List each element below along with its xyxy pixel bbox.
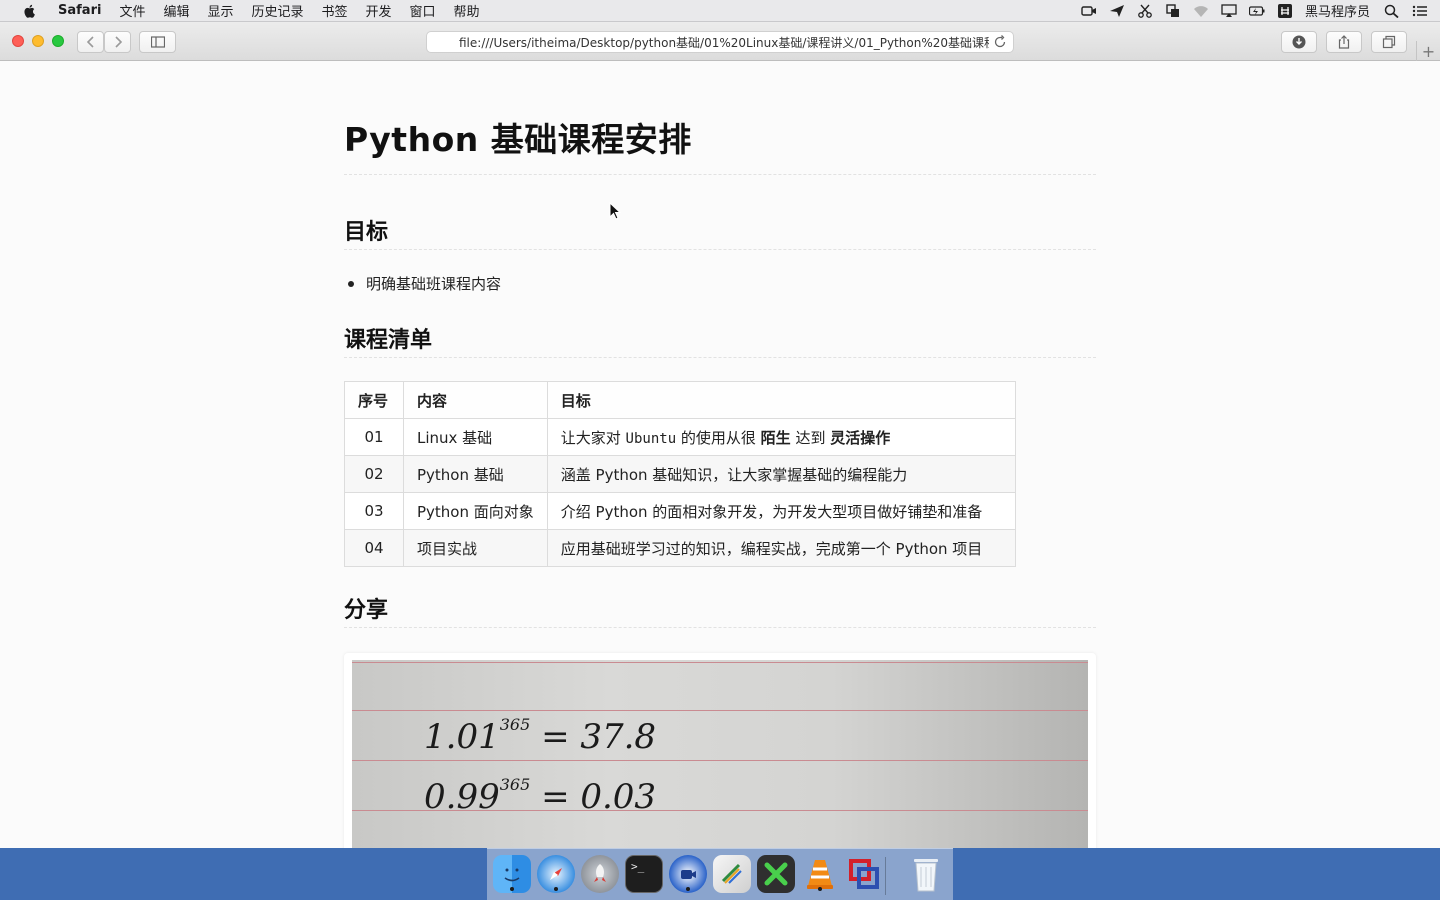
tabs-overview-button[interactable]: [1371, 31, 1407, 53]
table-row: 04 项目实战 应用基础班学习过的知识，编程实战，完成第一个 Python 项目: [344, 529, 1016, 567]
cell-seq: 04: [344, 529, 404, 567]
column-header-content: 内容: [403, 381, 548, 419]
mindnode-icon[interactable]: [713, 855, 751, 893]
goal-text: 达到: [790, 428, 831, 447]
cell-goal: 应用基础班学习过的知识，编程实战，完成第一个 Python 项目: [546, 529, 1016, 567]
handwriting-photo: 1.01365 = 37.8 0.99365 = 0.03: [352, 660, 1088, 848]
camera-icon[interactable]: [1081, 4, 1097, 18]
cell-goal: 涵盖 Python 基础知识，让大家掌握基础的编程能力: [546, 455, 1016, 493]
wifi-icon[interactable]: [1193, 4, 1209, 18]
copy-icon[interactable]: [1165, 3, 1181, 18]
dock-separator: [885, 857, 886, 895]
table-row: 03 Python 面向对象 介绍 Python 的面相对象开发，为开发大型项目…: [344, 492, 1016, 530]
cell-content: 项目实战: [403, 529, 548, 567]
chevron-right-icon: [114, 36, 122, 48]
menu-develop[interactable]: 开发: [366, 1, 392, 20]
safari-window: file:///Users/itheima/Desktop/python基础/0…: [0, 22, 1440, 848]
close-window-button[interactable]: [12, 35, 24, 47]
bold-text: 灵活操作: [830, 428, 891, 447]
goal-text: 让大家对: [560, 428, 626, 447]
forward-button[interactable]: [104, 31, 131, 53]
column-header-goal: 目标: [546, 381, 1016, 419]
launchpad-icon[interactable]: [581, 855, 619, 893]
battery-icon[interactable]: [1248, 4, 1265, 18]
list-item-text: 明确基础班课程内容: [366, 275, 502, 293]
input-method-icon[interactable]: [1277, 3, 1293, 18]
new-tab-button[interactable]: +: [1416, 41, 1440, 61]
bullet-icon: [348, 280, 354, 287]
web-page: Python 基础课程安排 目标 明确基础班课程内容 课程清单 序号 内容 目标: [0, 61, 1440, 848]
menu-bookmarks[interactable]: 书签: [322, 1, 348, 20]
cell-content: Python 基础: [403, 455, 548, 493]
user-name[interactable]: 黑马程序员: [1305, 1, 1370, 20]
mouse-cursor-icon: [609, 202, 621, 220]
finder-icon[interactable]: [493, 855, 531, 893]
trash-icon[interactable]: [907, 855, 945, 893]
cell-goal: 让大家对 Ubuntu 的使用从很 陌生 达到 灵活操作: [546, 418, 1016, 456]
screen-recorder-icon[interactable]: [669, 855, 707, 893]
list-icon[interactable]: [1412, 4, 1428, 18]
apple-icon[interactable]: [20, 4, 40, 18]
chevron-left-icon: [86, 36, 94, 48]
browser-toolbar: file:///Users/itheima/Desktop/python基础/0…: [0, 22, 1440, 61]
back-button[interactable]: [77, 31, 104, 53]
menu-bar: Safari 文件 编辑 显示 历史记录 书签 开发 窗口 帮助 黑马程序员: [0, 0, 1440, 22]
xmind-icon[interactable]: [757, 855, 795, 893]
cell-content: Linux 基础: [403, 418, 548, 456]
minimize-window-button[interactable]: [32, 35, 44, 47]
sidebar-toggle-button[interactable]: [139, 31, 176, 53]
course-table: 序号 内容 目标 01 Linux 基础 让大家对 Ubuntu 的使用从很 陌…: [344, 381, 1016, 567]
menu-history[interactable]: 历史记录: [251, 1, 303, 20]
dock: >_: [487, 848, 953, 900]
table-header-row: 序号 内容 目标: [344, 381, 1016, 419]
menu-window[interactable]: 窗口: [410, 1, 436, 20]
table-row: 01 Linux 基础 让大家对 Ubuntu 的使用从很 陌生 达到 灵活操作: [344, 418, 1016, 456]
vlc-icon[interactable]: [801, 855, 839, 893]
cell-seq: 03: [344, 492, 404, 530]
address-bar-url: file:///Users/itheima/Desktop/python基础/0…: [459, 35, 989, 50]
list-item: 明确基础班课程内容: [348, 273, 501, 294]
parallels-icon[interactable]: [845, 855, 883, 893]
tabs-icon: [1382, 35, 1396, 49]
airplay-icon[interactable]: [1221, 3, 1237, 18]
section-heading-goal: 目标: [344, 214, 1096, 250]
plus-icon: +: [1421, 41, 1436, 61]
share-icon: [1338, 35, 1350, 49]
section-heading-share: 分享: [344, 592, 1096, 628]
downloads-button[interactable]: [1281, 31, 1317, 53]
search-icon[interactable]: [1384, 4, 1400, 18]
menu-help[interactable]: 帮助: [454, 1, 480, 20]
address-bar[interactable]: file:///Users/itheima/Desktop/python基础/0…: [426, 31, 1014, 53]
menu-edit[interactable]: 编辑: [163, 1, 189, 20]
cell-goal: 介绍 Python 的面相对象开发，为开发大型项目做好铺垫和准备: [546, 492, 1016, 530]
send-icon[interactable]: [1109, 4, 1125, 18]
reload-icon[interactable]: [993, 35, 1007, 49]
zoom-window-button[interactable]: [52, 35, 64, 47]
formula-line: 1.01365 = 37.8: [424, 715, 657, 757]
cell-seq: 01: [344, 418, 404, 456]
goal-text: 的使用从很: [676, 428, 761, 447]
sidebar-icon: [150, 36, 165, 48]
inline-code: Ubuntu: [625, 430, 677, 447]
cell-content: Python 面向对象: [403, 492, 548, 530]
table-row: 02 Python 基础 涵盖 Python 基础知识，让大家掌握基础的编程能力: [344, 455, 1016, 493]
page-title: Python 基础课程安排: [344, 113, 1096, 175]
menu-app-name[interactable]: Safari: [58, 3, 101, 18]
section-heading-courses: 课程清单: [344, 322, 1096, 358]
share-image-card: 1.01365 = 37.8 0.99365 = 0.03: [344, 653, 1096, 848]
download-icon: [1292, 35, 1306, 49]
menu-file[interactable]: 文件: [119, 1, 145, 20]
cell-seq: 02: [344, 455, 404, 493]
menu-view[interactable]: 显示: [207, 1, 233, 20]
share-button[interactable]: [1326, 31, 1362, 53]
scissors-icon[interactable]: [1137, 4, 1153, 18]
terminal-icon[interactable]: >_: [625, 855, 663, 893]
bold-text: 陌生: [760, 428, 791, 447]
formula-line: 0.99365 = 0.03: [424, 775, 657, 817]
column-header-seq: 序号: [344, 381, 404, 419]
safari-icon[interactable]: [537, 855, 575, 893]
